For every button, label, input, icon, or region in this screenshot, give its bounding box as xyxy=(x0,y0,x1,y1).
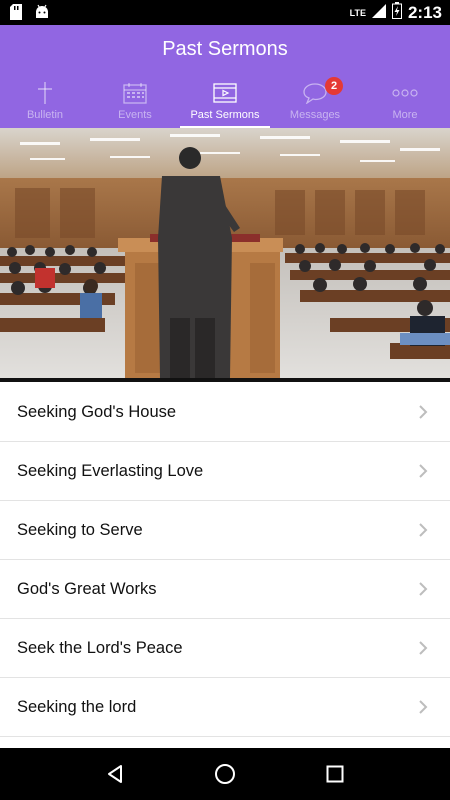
more-dots-icon xyxy=(392,81,418,105)
chevron-right-icon xyxy=(419,641,428,655)
tab-bar: Bulletin Events Past Sermons 2 Messages xyxy=(0,77,450,128)
list-item[interactable]: Seeking Everlasting Love xyxy=(0,442,450,501)
recents-button[interactable] xyxy=(321,760,349,788)
clock: 2:13 xyxy=(407,3,442,22)
hero-image xyxy=(0,128,450,382)
tab-events[interactable]: Events xyxy=(90,77,180,128)
app-header: Past Sermons Bulletin Events Past Sermon… xyxy=(0,25,450,128)
tab-more[interactable]: More xyxy=(360,77,450,128)
status-bar: LTE 2:13 xyxy=(0,0,450,25)
list-item[interactable]: Seeking the lord xyxy=(0,678,450,737)
page-title: Past Sermons xyxy=(162,38,288,60)
sermon-title: Seeking Everlasting Love xyxy=(17,461,204,480)
back-triangle-icon xyxy=(108,765,122,783)
unread-badge: 2 xyxy=(325,77,343,95)
sermon-title: God's Great Works xyxy=(17,579,157,598)
home-button[interactable] xyxy=(211,760,239,788)
tab-bulletin[interactable]: Bulletin xyxy=(0,77,90,128)
chevron-right-icon xyxy=(419,582,428,596)
signal-icon xyxy=(371,3,386,23)
hero-divider xyxy=(0,378,450,382)
video-icon xyxy=(212,81,238,105)
list-item[interactable]: God's Great Works xyxy=(0,560,450,619)
chevron-right-icon xyxy=(419,700,428,714)
sermon-title: Seeking God's House xyxy=(17,402,177,421)
chevron-right-icon xyxy=(419,464,428,478)
sermon-title: Seek the Lord's Peace xyxy=(17,638,183,657)
network-type: LTE xyxy=(349,8,366,18)
sermon-title: Seeking to Serve xyxy=(17,520,143,539)
home-circle-icon xyxy=(215,764,235,784)
android-icon xyxy=(34,4,50,25)
cross-icon xyxy=(32,81,58,105)
chevron-right-icon xyxy=(419,405,428,419)
calendar-icon xyxy=(122,81,148,105)
list-item[interactable]: Seeking to Serve xyxy=(0,501,450,560)
tab-label: More xyxy=(392,109,418,121)
church-sermon-photo xyxy=(0,128,450,382)
tab-label: Events xyxy=(118,109,152,121)
battery-icon xyxy=(391,2,402,24)
tab-label: Messages xyxy=(289,109,341,121)
recents-square-icon xyxy=(326,765,344,783)
list-item[interactable]: Seeking God's House xyxy=(0,383,450,442)
sermon-list: Seeking God's House Seeking Everlasting … xyxy=(0,383,450,748)
chevron-right-icon xyxy=(419,523,428,537)
sd-card-icon xyxy=(10,4,22,25)
back-button[interactable] xyxy=(101,760,129,788)
tab-messages[interactable]: 2 Messages xyxy=(270,77,360,128)
system-nav-bar xyxy=(0,748,450,800)
list-item[interactable]: Seek the Lord's Peace xyxy=(0,619,450,678)
tab-label: Bulletin xyxy=(26,109,64,121)
tab-past-sermons[interactable]: Past Sermons xyxy=(180,77,270,128)
tab-label: Past Sermons xyxy=(190,109,260,121)
sermon-title: Seeking the lord xyxy=(17,697,137,716)
